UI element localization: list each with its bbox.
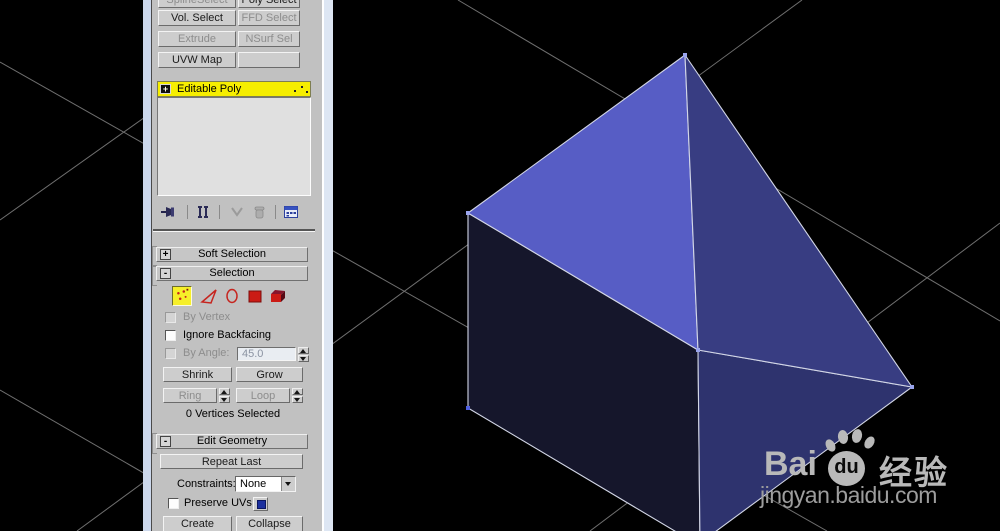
vol-select-button[interactable]: Vol. Select (158, 10, 236, 26)
vertex-tick[interactable] (683, 53, 687, 57)
modifier-stack-list[interactable] (157, 97, 311, 196)
selection-status-text: 0 Vertices Selected (185, 408, 281, 420)
by-angle-field: 45.0 (237, 347, 296, 361)
by-angle-checkbox (165, 348, 176, 359)
by-vertex-label: By Vertex (183, 311, 231, 323)
rollout-title: Soft Selection (198, 248, 266, 260)
vertex-tick[interactable] (466, 406, 470, 410)
ring-spinner[interactable] (219, 388, 230, 403)
constraints-label: Constraints: (177, 478, 236, 490)
edge-icon[interactable] (199, 286, 219, 306)
loop-button: Loop (236, 388, 290, 403)
grow-button[interactable]: Grow (236, 367, 303, 382)
max-viewport-screen: Bai du 经验 jingyan.baidu.com SplineSelect… (0, 0, 1000, 531)
poly-select-button[interactable]: Poly Select (238, 0, 300, 8)
rollout-collapse-icon[interactable]: - (160, 436, 171, 447)
empty-modifier-slot (238, 52, 300, 68)
vertex-tick[interactable] (910, 385, 914, 389)
configure-modifier-sets-icon[interactable] (283, 204, 299, 220)
rollout-collapse-icon[interactable]: - (160, 268, 171, 279)
ignore-backfacing-checkbox[interactable] (165, 330, 176, 341)
preserve-uvs-checkbox[interactable] (168, 498, 179, 509)
panel-left-strip (143, 0, 151, 531)
collapse-button[interactable]: Collapse (236, 516, 303, 531)
watermark-du-text: du (834, 456, 859, 478)
watermark-bai-text: Bai (764, 445, 817, 483)
pin-stack-icon[interactable] (161, 204, 177, 220)
nsurf-sel-button: NSurf Sel (238, 31, 300, 47)
border-icon[interactable] (222, 286, 242, 306)
watermark-url: jingyan.baidu.com (760, 482, 937, 508)
preserve-uvs-label: Preserve UVs (184, 497, 252, 509)
spinner-up-icon[interactable] (298, 347, 309, 354)
edit-geometry-rollout-header[interactable]: - Edit Geometry (156, 434, 308, 449)
spinner-up-icon[interactable] (292, 388, 303, 395)
by-vertex-checkbox (165, 312, 176, 323)
toolbar-separator (187, 205, 188, 219)
spinner-down-icon[interactable] (298, 355, 309, 362)
panel-scrollbar[interactable] (322, 0, 333, 531)
extrude-button: Extrude (158, 31, 236, 47)
ffd-select-button: FFD Select (238, 10, 300, 26)
toolbar-separator (275, 205, 276, 219)
element-icon[interactable] (268, 286, 288, 306)
modifier-stack-entry[interactable]: + Editable Poly (157, 81, 311, 97)
by-angle-label: By Angle: (183, 347, 230, 359)
spline-select-button: SplineSelect (158, 0, 236, 8)
rollout-title: Edit Geometry (196, 435, 268, 447)
command-panel: SplineSelect Poly Select Vol. Select FFD… (143, 0, 333, 531)
vertex-tick[interactable] (696, 348, 700, 352)
repeat-last-button[interactable]: Repeat Last (160, 454, 303, 469)
remove-modifier-icon (254, 206, 265, 219)
toolbar-separator (219, 205, 220, 219)
stack-entry-label: Editable Poly (177, 83, 242, 95)
shrink-button[interactable]: Shrink (163, 367, 232, 382)
soft-selection-rollout-header[interactable]: + Soft Selection (156, 247, 308, 262)
dropdown-arrow-icon[interactable] (281, 477, 295, 491)
constraints-dropdown[interactable]: None (235, 476, 296, 492)
baidu-watermark: Bai du 经验 jingyan.baidu.com (758, 423, 1000, 528)
panel-separator (153, 229, 315, 232)
create-button[interactable]: Create (163, 516, 232, 531)
settings-square-icon (257, 500, 266, 509)
spinner-down-icon[interactable] (292, 396, 303, 403)
show-end-result-icon[interactable] (195, 204, 211, 220)
rollout-title: Selection (209, 267, 255, 279)
ignore-backfacing-label: Ignore Backfacing (183, 329, 272, 341)
loop-spinner[interactable] (292, 388, 303, 403)
constraints-value: None (240, 478, 267, 490)
spinner-down-icon[interactable] (219, 396, 230, 403)
spinner-up-icon[interactable] (219, 388, 230, 395)
vertex-tick[interactable] (466, 211, 470, 215)
subobject-dots-icon (294, 90, 296, 92)
make-unique-icon (231, 207, 243, 217)
ring-button: Ring (163, 388, 217, 403)
uvw-map-button[interactable]: UVW Map (158, 52, 236, 68)
polygon-icon[interactable] (246, 286, 266, 306)
selection-rollout-header[interactable]: - Selection (156, 266, 308, 281)
preserve-uvs-settings-button[interactable] (253, 497, 268, 511)
by-angle-spinner[interactable] (298, 347, 309, 362)
vertex-icon[interactable] (172, 286, 192, 306)
object-face-top-right[interactable] (684, 54, 913, 388)
stack-expand-icon[interactable]: + (160, 84, 171, 94)
rollout-expand-icon[interactable]: + (160, 249, 171, 260)
